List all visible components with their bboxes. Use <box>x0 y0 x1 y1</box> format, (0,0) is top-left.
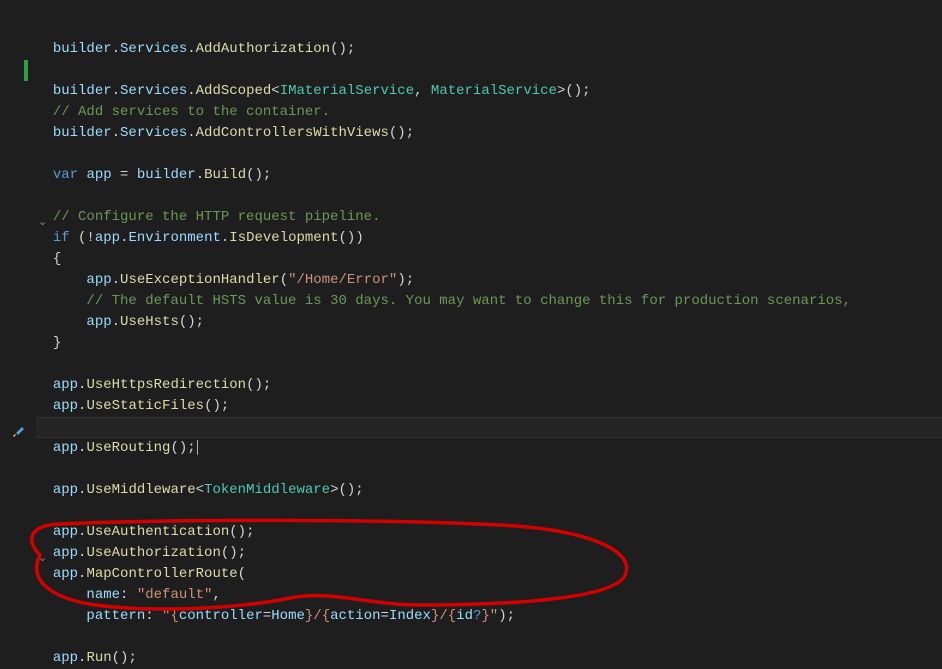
identifier: builder <box>53 83 112 99</box>
code-line[interactable]: app.UseHttpsRedirection(); <box>36 377 271 393</box>
identifier: app <box>53 524 78 540</box>
code-line[interactable]: pattern: "{controller=Home}/{action=Inde… <box>36 608 515 624</box>
param: pattern <box>86 608 145 624</box>
identifier: Services <box>120 41 187 57</box>
identifier: app <box>53 650 78 666</box>
method: AddAuthorization <box>196 41 330 57</box>
identifier: builder <box>53 125 112 141</box>
identifier: app <box>86 314 111 330</box>
param: name <box>86 587 120 603</box>
code-line[interactable]: var app = builder.Build(); <box>36 167 271 183</box>
type: TokenMiddleware <box>204 482 330 498</box>
method: MapControllerRoute <box>86 566 237 582</box>
identifier: builder <box>137 167 196 183</box>
identifier: app <box>86 167 111 183</box>
method: UseRouting <box>86 440 170 456</box>
code-line[interactable]: builder.Services.AddControllersWithViews… <box>36 125 414 141</box>
code-line[interactable]: // Configure the HTTP request pipeline. <box>36 209 380 225</box>
identifier: app <box>53 545 78 561</box>
method: UseStaticFiles <box>86 398 204 414</box>
code-line[interactable]: app.MapControllerRoute( <box>36 566 246 582</box>
identifier: app <box>53 440 78 456</box>
identifier: app <box>86 272 111 288</box>
code-line[interactable]: if (!app.Environment.IsDevelopment()) <box>36 230 364 246</box>
code-line[interactable]: app.UseStaticFiles(); <box>36 398 229 414</box>
gutter <box>0 0 36 656</box>
method: UseHttpsRedirection <box>86 377 246 393</box>
method: AddScoped <box>196 83 272 99</box>
code-line[interactable]: name: "default", <box>36 587 221 603</box>
code-line[interactable]: app.UseMiddleware<TokenMiddleware>(); <box>36 482 364 498</box>
method: UseExceptionHandler <box>120 272 280 288</box>
type: MaterialService <box>431 83 557 99</box>
method: Build <box>204 167 246 183</box>
code-line[interactable]: // The default HSTS value is 30 days. Yo… <box>36 293 851 309</box>
method: IsDevelopment <box>229 230 338 246</box>
identifier: builder <box>53 41 112 57</box>
code-line[interactable]: // Add services to the container. <box>36 104 330 120</box>
method: UseHsts <box>120 314 179 330</box>
string: "/Home/Error" <box>288 272 397 288</box>
string: "default" <box>137 587 213 603</box>
change-indicator <box>24 60 28 81</box>
method: UseAuthorization <box>86 545 220 561</box>
code-line[interactable]: } <box>36 335 61 351</box>
identifier: app <box>95 230 120 246</box>
code-line[interactable]: builder.Services.AddScoped<IMaterialServ… <box>36 83 591 99</box>
code-line[interactable]: app.UseExceptionHandler("/Home/Error"); <box>36 272 414 288</box>
comment: // Configure the HTTP request pipeline. <box>53 209 381 225</box>
code-line[interactable]: app.UseAuthentication(); <box>36 524 254 540</box>
identifier: app <box>53 377 78 393</box>
type: IMaterialService <box>280 83 414 99</box>
text-cursor <box>197 440 198 455</box>
keyword: var <box>53 167 78 183</box>
identifier: Environment <box>128 230 220 246</box>
lightbulb-icon[interactable] <box>10 423 26 439</box>
identifier: app <box>53 482 78 498</box>
identifier: app <box>53 398 78 414</box>
comment: // The default HSTS value is 30 days. Yo… <box>86 293 851 309</box>
identifier: app <box>53 566 78 582</box>
keyword: if <box>53 230 70 246</box>
code-line[interactable]: app.UseHsts(); <box>36 314 204 330</box>
comment: // Add services to the container. <box>53 104 330 120</box>
code-line[interactable]: app.UseRouting(); <box>36 440 198 456</box>
code-editor[interactable]: builder.Services.AddAuthorization(); bui… <box>36 18 851 669</box>
identifier: Services <box>120 125 187 141</box>
method: UseAuthentication <box>86 524 229 540</box>
code-line[interactable]: app.Run(); <box>36 650 137 666</box>
identifier: Services <box>120 83 187 99</box>
method: Run <box>86 650 111 666</box>
code-line[interactable]: { <box>36 251 61 267</box>
code-line[interactable]: app.UseAuthorization(); <box>36 545 246 561</box>
method: UseMiddleware <box>86 482 195 498</box>
method: AddControllersWithViews <box>196 125 389 141</box>
code-line[interactable]: builder.Services.AddAuthorization(); <box>36 41 355 57</box>
